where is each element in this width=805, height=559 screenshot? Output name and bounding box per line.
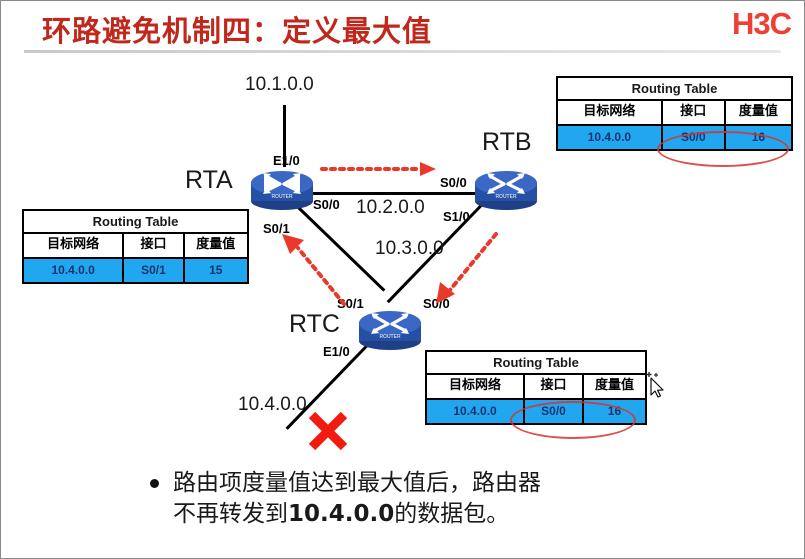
routing-table-rta-title: Routing Table (24, 211, 247, 234)
page-title: 环路避免机制四：定义最大值 (42, 14, 433, 48)
mouse-cursor (645, 372, 667, 398)
routing-table-rtc-header-row: 目标网络 接口 度量值 (427, 375, 645, 400)
summary-line-1: 路由项度量值达到最大值后，路由器 (173, 470, 541, 496)
cell-metric: 16 (725, 126, 791, 149)
cell-interface: S0/1 (124, 259, 185, 282)
column-header-metric: 度量值 (196, 237, 236, 252)
cell-destination: 10.4.0.0 (427, 400, 526, 423)
summary-line-2: 不再转发到10.4.0.0的数据包。 (173, 499, 541, 530)
cell-destination: 10.4.0.0 (24, 259, 125, 282)
column-header-destination: 目标网络 (24, 234, 125, 257)
h3c-logo: H3C (731, 6, 792, 41)
svg-text:ROUTER: ROUTER (271, 194, 293, 200)
column-header-interface: 接口 (525, 375, 584, 398)
column-header-interface: 接口 (124, 234, 185, 257)
header-divider (24, 50, 781, 53)
slide-canvas: 环路避免机制四：定义最大值 H3C ROUTER RTA ROUTER RTB … (0, 0, 805, 559)
router-label-rtb: RTB (482, 128, 532, 156)
interface-label-rta-s0-0: S0/0 (313, 197, 340, 212)
interface-label-rtc-e1-0: E1/0 (323, 344, 350, 359)
cell-interface: S0/0 (662, 126, 726, 149)
svg-text:ROUTER: ROUTER (495, 194, 517, 200)
router-rtc-icon[interactable]: ROUTER (356, 305, 424, 351)
routing-table-rtc: Routing Table 目标网络 接口 度量值 10.4.0.0 S0/0 … (425, 350, 647, 425)
column-header-interface: 接口 (663, 101, 726, 124)
table-row: 10.4.0.0 S0/0 16 (427, 400, 645, 423)
routing-table-rta-header-row: 目标网络 接口 度量值 (24, 234, 247, 259)
summary-line-2-post: 的数据包。 (394, 501, 510, 527)
dotted-arrow-rta-to-rtb (320, 160, 442, 183)
interface-label-rta-e1-0: E1/0 (273, 153, 300, 168)
summary-line-2-address: 10.4.0.0 (288, 501, 395, 527)
table-row: 10.4.0.0 S0/0 16 (558, 126, 791, 149)
dotted-arrow-rtb-to-rtc (430, 228, 502, 311)
cell-destination: 10.4.0.0 (558, 126, 663, 149)
routing-table-rtc-title: Routing Table (427, 352, 645, 375)
bullet-dot-icon (150, 479, 159, 488)
router-rtb-icon[interactable]: ROUTER (472, 165, 540, 211)
router-rta-icon[interactable]: ROUTER (248, 165, 316, 211)
cell-interface: S0/0 (525, 400, 584, 423)
interface-label-rtb-s0-0: S0/0 (440, 175, 467, 190)
table-row: 10.4.0.0 S0/1 15 (24, 259, 247, 282)
interface-label-rtb-s1-0: S1/0 (443, 209, 470, 224)
column-header-metric: 度量值 (594, 378, 634, 393)
svg-text:ROUTER: ROUTER (379, 334, 401, 340)
cell-metric: 15 (184, 259, 247, 282)
network-label-10-4-0-0: 10.4.0.0 (238, 394, 307, 415)
column-header-destination: 目标网络 (558, 101, 663, 124)
summary-bullet: 路由项度量值达到最大值后，路由器 不再转发到10.4.0.0的数据包。 (150, 468, 541, 530)
network-label-10-2-0-0: 10.2.0.0 (356, 197, 425, 218)
column-header-metric: 度量值 (738, 104, 778, 119)
router-label-rta: RTA (185, 166, 233, 194)
routing-table-rtb-title: Routing Table (558, 78, 791, 101)
routing-table-rta: Routing Table 目标网络 接口 度量值 10.4.0.0 S0/1 … (22, 209, 249, 284)
link-failure-x-icon (307, 410, 349, 452)
network-label-10-1-0-0: 10.1.0.0 (245, 74, 314, 95)
column-header-destination: 目标网络 (427, 375, 526, 398)
cell-metric: 16 (583, 400, 645, 423)
summary-bullet-text: 路由项度量值达到最大值后，路由器 不再转发到10.4.0.0的数据包。 (173, 468, 541, 530)
summary-line-2-pre: 不再转发到 (173, 501, 288, 527)
routing-table-rtb: Routing Table 目标网络 接口 度量值 10.4.0.0 S0/0 … (556, 76, 793, 151)
routing-table-rtb-header-row: 目标网络 接口 度量值 (558, 101, 791, 126)
dotted-arrow-rtc-to-rta (276, 232, 350, 315)
link-rta-rtb (300, 192, 480, 195)
